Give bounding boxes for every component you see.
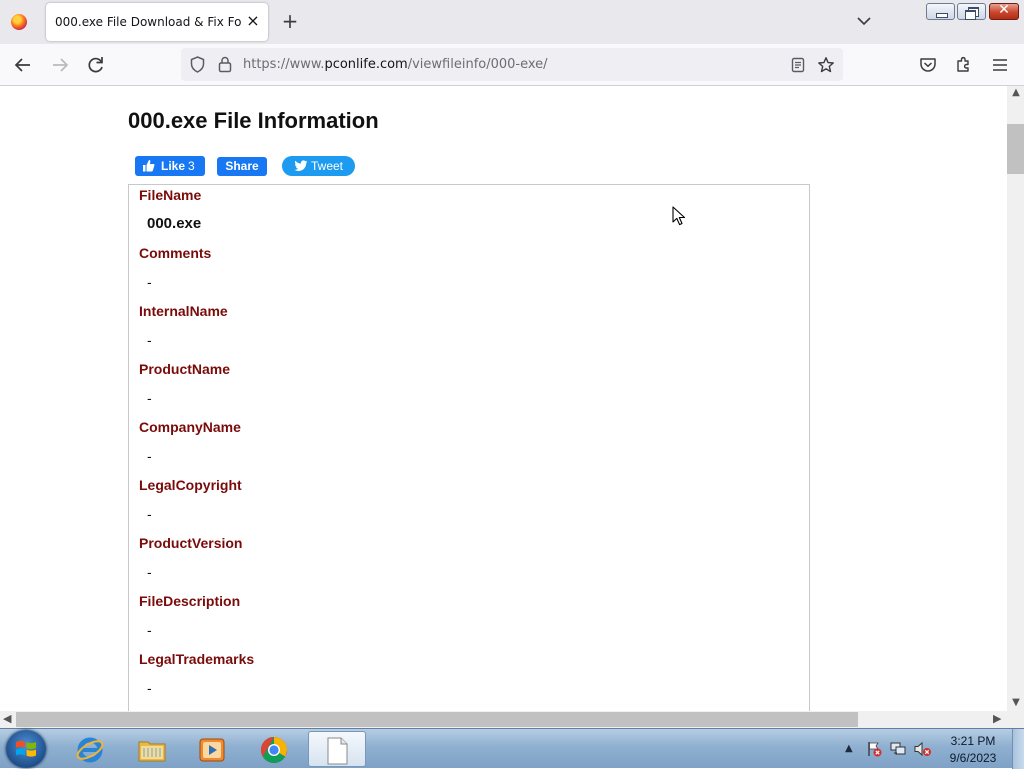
- horizontal-scroll-thumb[interactable]: [16, 712, 858, 727]
- action-center-flag-icon[interactable]: [866, 741, 882, 757]
- chevron-down-icon[interactable]: [855, 12, 873, 30]
- like-label: Like: [161, 159, 186, 173]
- like-count: 3: [188, 159, 195, 173]
- url-host: pconlife.com: [324, 57, 408, 72]
- field-value: -: [147, 390, 152, 406]
- file-info-table: FileName 000.exe Comments - InternalName…: [128, 184, 810, 711]
- field-legaltrademarks: LegalTrademarks -: [139, 649, 739, 707]
- facebook-share-button[interactable]: Share: [217, 157, 267, 176]
- taskbar-internet-explorer[interactable]: [62, 731, 118, 767]
- tray-overflow-icon[interactable]: ▲: [845, 743, 853, 754]
- taskbar-active-window[interactable]: [308, 731, 366, 767]
- field-legalcopyright: LegalCopyright -: [139, 475, 739, 533]
- field-productname: ProductName -: [139, 359, 739, 417]
- forward-button[interactable]: [48, 54, 72, 76]
- taskbar-media-player[interactable]: [184, 731, 240, 767]
- tweet-label: Tweet: [311, 159, 344, 173]
- clock-time[interactable]: 3:21 PM: [944, 734, 1002, 748]
- vertical-scrollbar[interactable]: ▲ ▼: [1007, 86, 1024, 711]
- taskbar-windows-explorer[interactable]: [124, 731, 180, 767]
- scroll-corner: [1007, 711, 1024, 728]
- field-label: LegalTrademarks: [139, 651, 255, 667]
- field-label: CompanyName: [139, 419, 241, 435]
- taskbar: ▲ 3:21 PM 9/6/2023: [0, 728, 1024, 769]
- clock-date[interactable]: 9/6/2023: [944, 751, 1002, 765]
- restore-button[interactable]: [957, 3, 986, 20]
- address-bar[interactable]: https://www.pconlife.com/viewfileinfo/00…: [181, 48, 843, 81]
- pocket-icon[interactable]: [919, 56, 937, 74]
- tab-close-icon[interactable]: ×: [244, 12, 262, 30]
- url-text[interactable]: https://www.pconlife.com/viewfileinfo/00…: [243, 57, 548, 72]
- mouse-cursor-icon: [672, 206, 686, 226]
- field-value: -: [147, 622, 152, 638]
- field-value: -: [147, 274, 152, 290]
- field-label: ProductVersion: [139, 535, 243, 551]
- scroll-up-icon[interactable]: ▲: [1011, 88, 1021, 98]
- reload-button[interactable]: [84, 54, 108, 76]
- shield-icon[interactable]: [190, 56, 205, 73]
- show-desktop-button[interactable]: [1012, 729, 1024, 769]
- url-path: /viewfileinfo/000-exe/: [407, 57, 548, 72]
- field-label: InternalName: [139, 303, 228, 319]
- windows-explorer-icon: [138, 741, 166, 762]
- taskbar-chrome[interactable]: [246, 731, 302, 767]
- tab-title: 000.exe File Download & Fix For All: [55, 15, 241, 29]
- scroll-left-icon[interactable]: ◀: [3, 713, 13, 725]
- field-label: FileName: [139, 187, 202, 203]
- page-viewport: 000.exe File Information Like 3 Share Tw…: [0, 86, 1007, 711]
- star-icon[interactable]: [817, 56, 835, 74]
- field-internalname: InternalName -: [139, 301, 739, 359]
- field-value: -: [147, 680, 152, 696]
- volume-muted-icon[interactable]: [914, 741, 932, 757]
- new-tab-button[interactable]: +: [280, 11, 300, 31]
- lock-icon[interactable]: [218, 56, 232, 73]
- page-title: 000.exe File Information: [128, 108, 379, 133]
- minimize-button[interactable]: [926, 3, 955, 20]
- chrome-icon: [260, 736, 287, 764]
- twitter-bird-icon: [294, 160, 308, 172]
- start-button[interactable]: [6, 730, 46, 768]
- horizontal-scrollbar[interactable]: ◀ ▶: [0, 711, 1007, 728]
- field-filename: FileName 000.exe: [139, 185, 739, 243]
- internet-explorer-icon: [76, 737, 104, 763]
- field-value: 000.exe: [147, 215, 202, 232]
- field-productversion: ProductVersion -: [139, 533, 739, 591]
- window-close-button[interactable]: ✕: [989, 2, 1019, 20]
- hamburger-menu-icon[interactable]: [991, 56, 1009, 74]
- field-value: -: [147, 448, 152, 464]
- field-label: Comments: [139, 245, 212, 261]
- media-player-icon: [199, 738, 225, 762]
- field-comments: Comments -: [139, 243, 739, 301]
- thumbs-up-icon: [143, 160, 155, 172]
- tweet-button[interactable]: Tweet: [282, 156, 355, 176]
- tab-active[interactable]: 000.exe File Download & Fix For All ×: [46, 3, 268, 41]
- reader-view-icon[interactable]: [791, 57, 805, 73]
- firefox-icon[interactable]: [11, 14, 27, 30]
- facebook-like-button[interactable]: Like 3: [135, 156, 205, 176]
- field-label: LegalCopyright: [139, 477, 242, 493]
- arrow-left-icon: [14, 58, 30, 72]
- field-value: -: [147, 564, 152, 580]
- extensions-icon[interactable]: [955, 55, 973, 73]
- field-companyname: CompanyName -: [139, 417, 739, 475]
- field-label: ProductName: [139, 361, 231, 377]
- blank-document-icon: [327, 737, 348, 765]
- network-icon[interactable]: [890, 741, 906, 757]
- field-label: FileDescription: [139, 593, 241, 609]
- scroll-right-icon[interactable]: ▶: [993, 713, 1003, 725]
- field-value: -: [147, 506, 152, 522]
- scroll-down-icon[interactable]: ▼: [1011, 698, 1021, 708]
- url-prefix: https://www.: [243, 57, 325, 72]
- arrow-right-icon: [53, 58, 69, 72]
- field-value: -: [147, 332, 152, 348]
- windows-logo-icon: [16, 740, 36, 757]
- tab-strip: 000.exe File Download & Fix For All × + …: [0, 0, 1024, 44]
- vertical-scroll-thumb[interactable]: [1007, 124, 1024, 174]
- reload-icon: [88, 57, 103, 73]
- navigation-toolbar: https://www.pconlife.com/viewfileinfo/00…: [0, 44, 1024, 86]
- back-button[interactable]: [11, 54, 35, 76]
- field-filedescription: FileDescription -: [139, 591, 739, 649]
